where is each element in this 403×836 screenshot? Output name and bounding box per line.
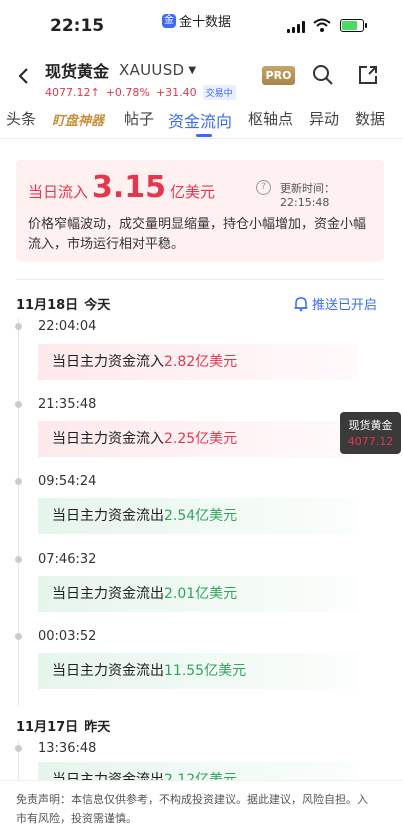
- tab-fund-flow[interactable]: 资金流向: [168, 108, 232, 132]
- entry-text: 当日主力资金流出: [52, 586, 164, 602]
- wifi-icon: [313, 18, 331, 32]
- summary-unit: 亿美元: [170, 183, 216, 201]
- day-date: 11月17日: [16, 720, 79, 735]
- quote-header: 现货黄金 XAUUSD ▼ 4077.12↑ +0.78% +31.40 交易中…: [0, 52, 403, 102]
- signal-icon: [287, 20, 307, 33]
- status-bar: 22:15 金 金十数据: [0, 0, 403, 48]
- divider: [16, 279, 384, 280]
- day-header-today: 11月18日 今天: [16, 294, 110, 313]
- daily-flow-summary: 当日流入 3.15 亿美元 ? 更新时间：22:15:48 价格窄幅波动，成交量…: [16, 160, 384, 262]
- back-arrow-icon[interactable]: [14, 66, 34, 86]
- change-percent: +0.78%: [105, 86, 150, 99]
- summary-value: 3.15: [92, 170, 167, 205]
- info-icon[interactable]: ?: [256, 180, 271, 195]
- entry-text: 当日主力资金流出: [52, 508, 164, 524]
- day-date: 11月18日: [16, 298, 79, 313]
- floating-quote-widget[interactable]: 现货黄金 4077.12: [340, 412, 401, 454]
- timeline-dot: [15, 478, 22, 485]
- up-arrow-icon: ↑: [90, 86, 100, 99]
- disclaimer-text: 免责声明：本信息仅供参考，不构成投资建议。据此建议，风险自担。入市有风险，投资需…: [16, 793, 368, 825]
- entry-text: 当日主力资金流出: [52, 663, 164, 679]
- instrument-code: XAUUSD: [119, 61, 185, 79]
- tab-bar: 头条 盯盘神器 帖子 资金流向 枢轴点 异动 数据: [0, 104, 403, 139]
- flow-entry-card[interactable]: 当日主力资金流入2.25亿美元: [38, 421, 358, 457]
- update-label: 更新时间：: [280, 182, 335, 195]
- tab-posts[interactable]: 帖子: [124, 108, 154, 129]
- battery-icon: [340, 19, 367, 32]
- update-time: 更新时间：22:15:48: [280, 180, 384, 209]
- summary-description: 价格窄幅波动，成交量明显缩量，持仓小幅增加，资金小幅流入，市场运行相对平稳。: [28, 217, 367, 252]
- push-toggle[interactable]: 推送已开启: [293, 294, 377, 313]
- entry-amount: 2.54亿美元: [164, 508, 238, 524]
- float-price: 4077.12: [347, 435, 394, 448]
- entry-amount: 2.25亿美元: [164, 431, 238, 447]
- entry-text: 当日主力资金流入: [52, 431, 164, 447]
- timeline-dot: [15, 323, 22, 330]
- entry-time: 00:03:52: [38, 629, 97, 644]
- day-relative: 今天: [84, 298, 111, 313]
- tab-movements[interactable]: 异动: [309, 108, 339, 129]
- tab-pivot-points[interactable]: 枢轴点: [248, 108, 293, 129]
- disclaimer-bar: 免责声明：本信息仅供参考，不构成投资建议。据此建议，风险自担。入市有风险，投资需…: [0, 780, 403, 836]
- entry-text: 当日主力资金流入: [52, 354, 164, 370]
- flow-entry-card[interactable]: 当日主力资金流出11.55亿美元: [38, 653, 358, 689]
- share-icon[interactable]: [357, 64, 379, 86]
- day-header-yesterday: 11月17日 昨天: [16, 716, 110, 735]
- day-relative: 昨天: [84, 720, 111, 735]
- float-name: 现货黄金: [348, 419, 393, 432]
- instrument-title[interactable]: 现货黄金 XAUUSD ▼ 4077.12↑ +0.78% +31.40 交易中: [45, 58, 242, 100]
- push-status: 推送已开启: [312, 298, 378, 313]
- search-icon[interactable]: [312, 64, 334, 86]
- timeline-line: [18, 318, 19, 706]
- entry-time: 09:54:24: [38, 474, 97, 489]
- status-time: 22:15: [50, 16, 105, 36]
- jin10-logo-icon: 金: [162, 13, 176, 28]
- entry-amount: 11.55亿美元: [164, 663, 247, 679]
- entry-time: 13:36:48: [38, 741, 97, 756]
- entry-amount: 2.82亿美元: [164, 354, 238, 370]
- entry-time: 22:04:04: [38, 319, 97, 334]
- price-block: 4077.12↑: [45, 86, 100, 99]
- entry-amount: 2.01亿美元: [164, 586, 238, 602]
- app-name: 金十数据: [179, 15, 232, 30]
- app-indicator: 金 金十数据: [162, 11, 231, 30]
- bell-icon: [294, 296, 308, 311]
- update-value: 22:15:48: [280, 196, 330, 209]
- current-price: 4077.12: [45, 86, 91, 99]
- flow-entry-card[interactable]: 当日主力资金流出2.54亿美元: [38, 498, 358, 534]
- flow-entry-card[interactable]: 当日主力资金流出2.01亿美元: [38, 576, 358, 612]
- instrument-name: 现货黄金: [45, 62, 110, 81]
- summary-label: 当日流入: [28, 183, 89, 201]
- timeline-dot: [15, 633, 22, 640]
- change-absolute: +31.40: [155, 86, 197, 99]
- pro-button[interactable]: PRO: [262, 66, 295, 85]
- active-tab-indicator: [196, 134, 212, 137]
- timeline-dot: [15, 401, 22, 408]
- dropdown-caret-icon[interactable]: ▼: [188, 65, 196, 76]
- tab-headlines[interactable]: 头条: [6, 108, 36, 129]
- timeline-dot: [15, 556, 22, 563]
- flow-entry-card[interactable]: 当日主力资金流入2.82亿美元: [38, 344, 358, 380]
- timeline-dot: [15, 745, 22, 752]
- tab-data[interactable]: 数据: [355, 108, 385, 129]
- entry-time: 21:35:48: [38, 397, 97, 412]
- tab-watch-tool[interactable]: 盯盘神器: [52, 110, 104, 129]
- entry-time: 07:46:32: [38, 552, 97, 567]
- trading-status-badge: 交易中: [202, 85, 236, 100]
